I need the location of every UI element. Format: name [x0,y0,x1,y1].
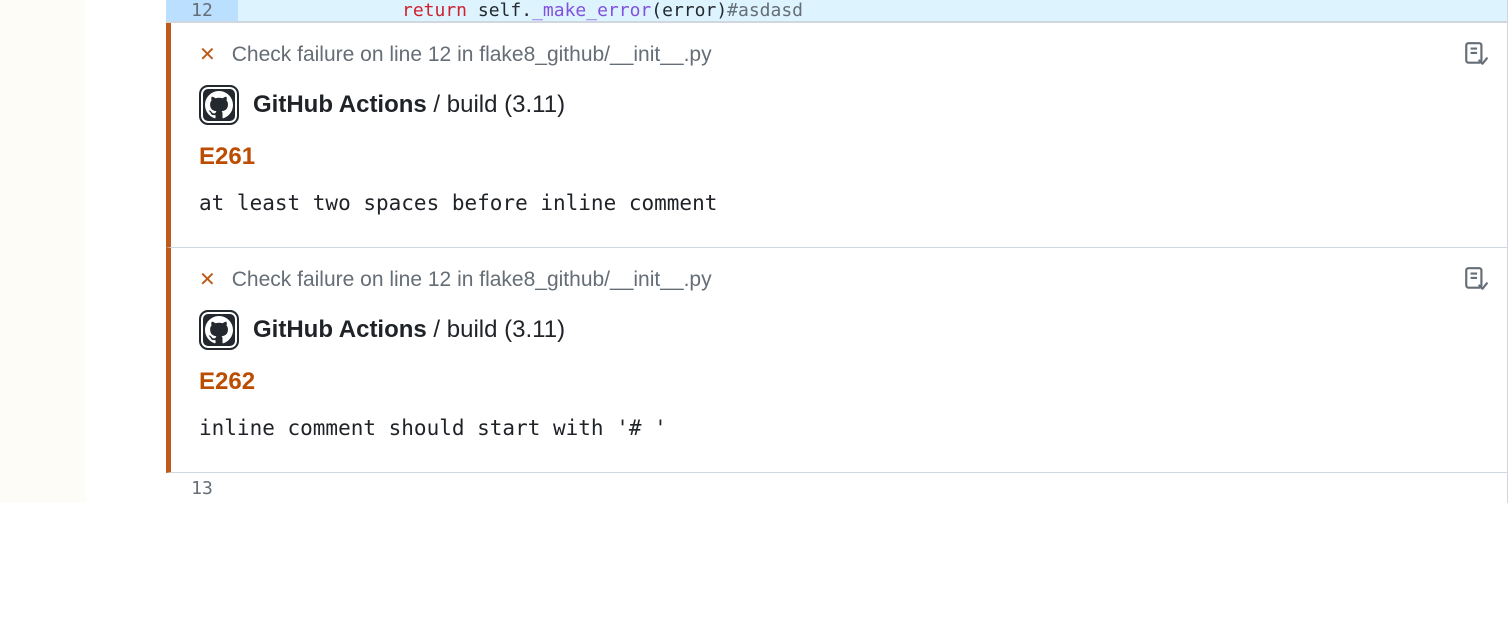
annotations-list: ✕ Check failure on line 12 in flake8_git… [166,22,1507,473]
error-message: inline comment should start with '# ' [199,416,1483,440]
error-code: E261 [199,143,1483,171]
main-content: 12 return self._make_error(error)#asdasd… [166,0,1508,503]
code-line-12: 12 return self._make_error(error)#asdasd [166,0,1507,22]
code-content: return self._make_error(error)#asdasd [238,0,803,21]
github-icon [199,85,239,125]
code-line-13: 13 [166,473,1507,503]
workflow-name[interactable]: GitHub Actions / build (3.11) [253,316,565,344]
close-icon[interactable]: ✕ [199,45,216,65]
check-annotation: ✕ Check failure on line 12 in flake8_git… [166,23,1507,248]
failure-title: Check failure on line 12 in flake8_githu… [232,43,712,67]
failure-title: Check failure on line 12 in flake8_githu… [232,268,712,292]
diff-container: 12 return self._make_error(error)#asdasd… [0,0,1508,503]
left-gutter-highlight [0,0,86,503]
left-gutter [0,0,166,503]
line-number[interactable]: 12 [166,0,238,21]
check-annotation: ✕ Check failure on line 12 in flake8_git… [166,248,1507,473]
resolve-icon[interactable] [1463,41,1489,72]
close-icon[interactable]: ✕ [199,270,216,290]
workflow-row: GitHub Actions / build (3.11) [199,85,1483,125]
workflow-name[interactable]: GitHub Actions / build (3.11) [253,91,565,119]
annotation-header: ✕ Check failure on line 12 in flake8_git… [199,43,1483,67]
workflow-row: GitHub Actions / build (3.11) [199,310,1483,350]
line-number[interactable]: 13 [166,474,238,503]
error-code: E262 [199,368,1483,396]
error-message: at least two spaces before inline commen… [199,191,1483,215]
github-icon [199,310,239,350]
resolve-icon[interactable] [1463,266,1489,297]
annotation-header: ✕ Check failure on line 12 in flake8_git… [199,268,1483,292]
